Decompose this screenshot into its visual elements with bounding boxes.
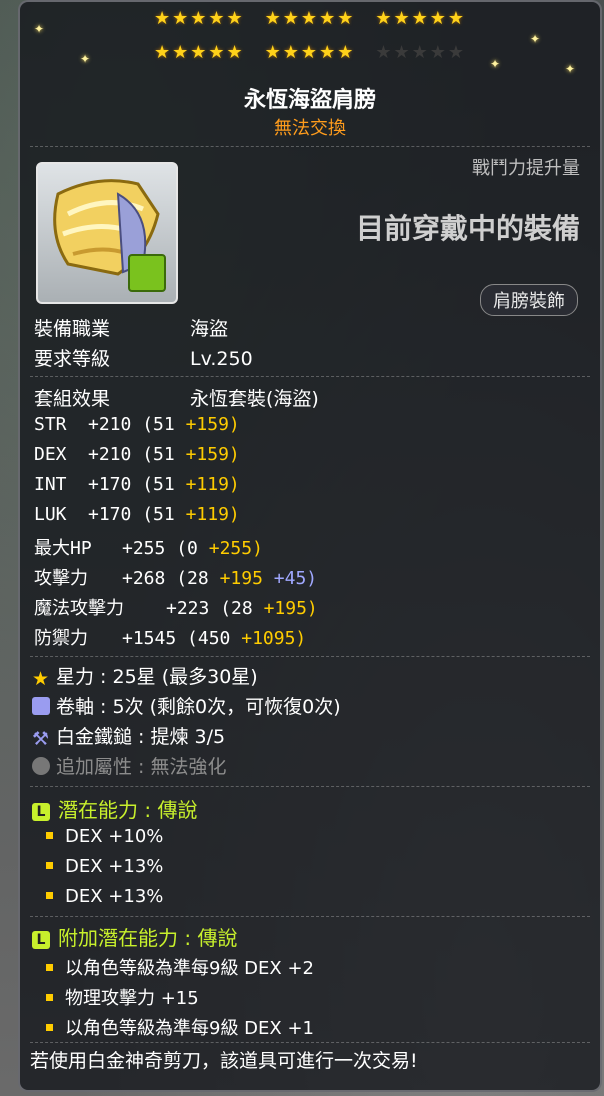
- potential-header: L 潛在能力 : 傳說: [32, 794, 197, 823]
- divider: [30, 916, 590, 917]
- stat-row: 防禦力 +1545 (450 +1095): [34, 628, 307, 649]
- divider: [30, 376, 590, 377]
- footer-note: 若使用白金神奇剪刀，該道具可進行一次交易!: [30, 1050, 418, 1072]
- job-label: 裝備職業: [34, 318, 111, 340]
- potential-line: DEX +13%: [46, 856, 163, 877]
- potential-line: DEX +13%: [46, 886, 163, 907]
- legendary-icon: L: [32, 803, 50, 821]
- item-icon: [36, 162, 178, 304]
- hammer-icon: ⚒: [32, 728, 50, 750]
- stat-row: LUK +170 (51 +119): [34, 504, 240, 525]
- bonus-potential-line: 以角色等級為準每9級 DEX +1: [46, 1014, 314, 1040]
- sparkle-icon: ✦: [530, 32, 541, 46]
- star-force-row-1: ★★★★★ ★★★★★ ★★★★★: [153, 8, 467, 29]
- set-effect-value: 永恆套裝(海盜): [190, 388, 319, 410]
- slot-type-badge: 肩膀裝飾: [480, 284, 578, 316]
- lock-icon: [128, 254, 166, 292]
- divider: [30, 786, 590, 787]
- bonus-potential-line: 物理攻擊力 +15: [46, 984, 199, 1010]
- divider: [30, 1042, 590, 1043]
- leaf-icon: [32, 757, 50, 775]
- star-icon: ★: [32, 668, 50, 690]
- scroll-row: 卷軸 : 5次 (剩餘0次，可恢復0次): [32, 692, 341, 719]
- power-increase-label: 戰鬥力提升量: [472, 158, 580, 179]
- job-requirement-row: 裝備職業 海盜: [34, 314, 228, 341]
- set-effect-row[interactable]: 套組效果 永恆套裝(海盜): [34, 384, 319, 411]
- equipped-status: 目前穿戴中的裝備: [355, 212, 580, 245]
- stat-row: INT +170 (51 +119): [34, 474, 240, 495]
- item-tooltip: ★★★★★ ★★★★★ ★★★★★ ★★★★★ ★★★★★ ★★★★★ ✦ ✦ ✦ ✦ …: [18, 0, 602, 1092]
- stat-row: STR +210 (51 +159): [34, 414, 240, 435]
- sparkle-icon: ✦: [565, 62, 576, 76]
- job-value: 海盜: [190, 318, 229, 340]
- divider: [30, 146, 590, 147]
- sparkle-icon: ✦: [490, 57, 501, 71]
- stat-row: 攻擊力 +268 (28 +195 +45): [34, 568, 318, 589]
- star-force-row-2: ★★★★★ ★★★★★ ★★★★★: [153, 42, 467, 63]
- scroll-icon: [32, 697, 50, 715]
- starforce-row: ★ 星力 : 25星 (最多30星): [32, 666, 258, 690]
- stat-row: 最大HP +255 (0 +255): [34, 538, 263, 559]
- potential-line: DEX +10%: [46, 826, 163, 847]
- platinum-hammer-row: ⚒ 白金鐵鎚 : 提煉 3/5: [32, 726, 226, 750]
- level-label: 要求等級: [34, 348, 111, 370]
- divider: [30, 656, 590, 657]
- stat-row: 魔法攻擊力 +223 (28 +195): [34, 598, 318, 619]
- sparkle-icon: ✦: [34, 22, 45, 36]
- item-name: 永恆海盜肩膀: [243, 88, 376, 113]
- level-requirement-row: 要求等級 Lv.250: [34, 344, 253, 371]
- additional-options-row: 追加屬性 : 無法強化: [32, 752, 226, 779]
- trade-status: 無法交換: [274, 118, 346, 139]
- set-effect-label: 套組效果: [34, 388, 111, 410]
- bonus-potential-header: L 附加潛在能力 : 傳說: [32, 922, 237, 951]
- stat-row: DEX +210 (51 +159): [34, 444, 240, 465]
- sparkle-icon: ✦: [80, 52, 91, 66]
- legendary-icon: L: [32, 931, 50, 949]
- bonus-potential-line: 以角色等級為準每9級 DEX +2: [46, 954, 314, 980]
- level-value: Lv.250: [190, 348, 253, 370]
